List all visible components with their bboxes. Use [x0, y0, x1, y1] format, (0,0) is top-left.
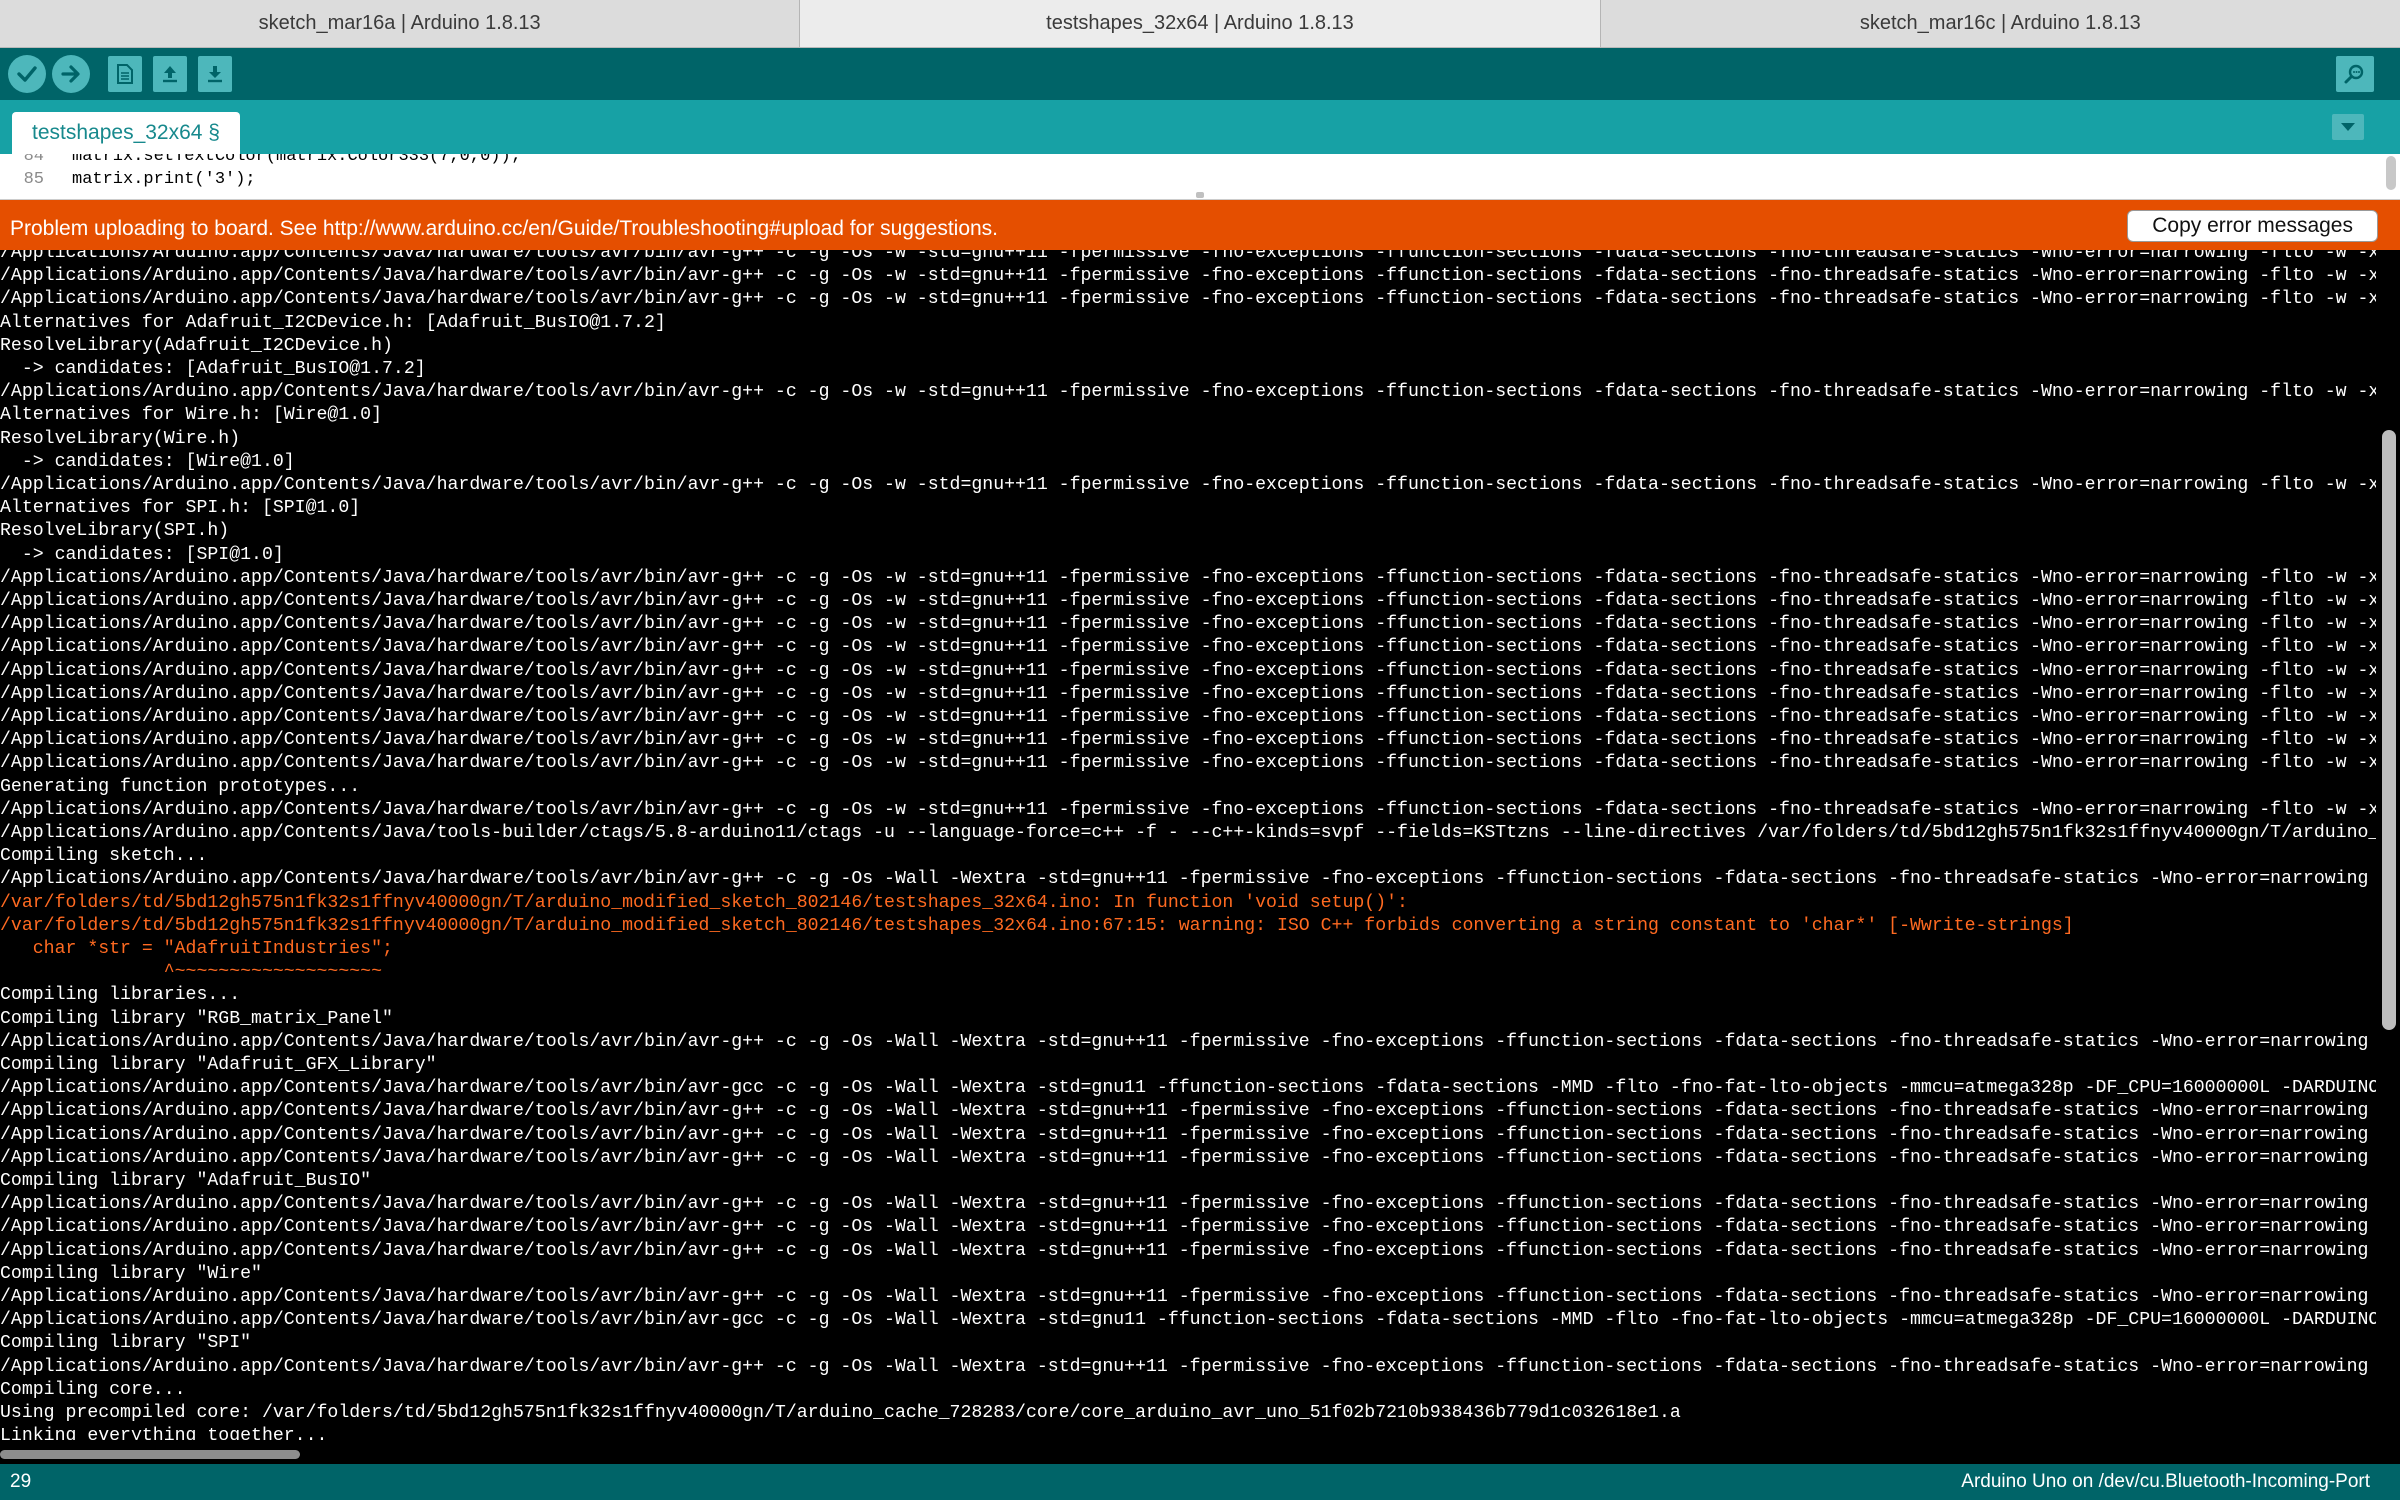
console-line: Generating function prototypes... [0, 776, 361, 797]
save-icon [208, 66, 222, 83]
error-message: Problem uploading to board. See http://w… [10, 217, 999, 240]
verify-icon [17, 66, 37, 82]
chevron-down-icon [2341, 123, 2355, 131]
console-horizontal-scrollbar[interactable] [0, 1450, 300, 1459]
console-line: Compiling library "Wire" [0, 1263, 262, 1284]
console-line: /Applications/Arduino.app/Contents/Java/… [0, 823, 2376, 843]
code-editor[interactable]: 84 matrix.setTextColor(matrix.Color333(7,… [0, 154, 2400, 200]
console-line: ResolveLibrary(Adafruit_I2CDevice.h) [0, 335, 393, 356]
toolbar [0, 48, 2400, 100]
console-line: Linking everything together... [0, 1426, 328, 1440]
console-line: /Applications/Arduino.app/Contents/Java/… [0, 614, 2376, 635]
sketch-tab[interactable]: testshapes_32x64 § [12, 112, 240, 154]
console-line: /Applications/Arduino.app/Contents/Java/… [0, 250, 2376, 263]
new-file-icon [117, 64, 133, 84]
console-line: /Applications/Arduino.app/Contents/Java/… [0, 289, 2376, 310]
console-line: Compiling library "RGB_matrix_Panel" [0, 1008, 393, 1029]
console-output[interactable]: /Applications/Arduino.app/Contents/Java/… [0, 250, 2376, 1440]
console-line: /Applications/Arduino.app/Contents/Java/… [0, 266, 2376, 287]
copy-error-messages-button[interactable]: Copy error messages [2127, 210, 2378, 242]
console-line: /Applications/Arduino.app/Contents/Java/… [0, 753, 2376, 774]
code-line: 85 matrix.print('3'); [0, 168, 256, 191]
console-line: /Applications/Arduino.app/Contents/Java/… [0, 1240, 2369, 1261]
console-warning-line: ^~~~~~~~~~~~~~~~~~~~ [0, 962, 382, 983]
console-line: /Applications/Arduino.app/Contents/Java/… [0, 1217, 2369, 1238]
console-line: -> candidates: [Adafruit_BusIO@1.7.2] [0, 359, 426, 379]
line-number: 85 [23, 170, 44, 189]
console-line: Compiling libraries... [0, 985, 241, 1006]
error-status-bar: Problem uploading to board. See http://w… [0, 200, 2400, 250]
console-line: -> candidates: [Wire@1.0] [0, 451, 295, 472]
open-icon [163, 66, 177, 83]
console-line: -> candidates: [SPI@1.0] [0, 544, 284, 565]
console-line: ResolveLibrary(SPI.h) [0, 521, 230, 542]
console-line: Compiling sketch... [0, 846, 208, 867]
console-scroll-track [2378, 250, 2400, 1440]
console-line: Compiling core... [0, 1379, 186, 1400]
window-tab-testshapes[interactable]: testshapes_32x64 | Arduino 1.8.13 [800, 0, 1601, 47]
code-text: matrix.print('3'); [72, 170, 256, 189]
status-bar: 29 Arduino Uno on /dev/cu.Bluetooth-Inco… [0, 1464, 2400, 1500]
console-line: Compiling library "Adafruit_GFX_Library" [0, 1055, 437, 1075]
console-line: /Applications/Arduino.app/Contents/Java/… [0, 382, 2376, 403]
console-line: Alternatives for SPI.h: [SPI@1.0] [0, 498, 361, 519]
console-line: /Applications/Arduino.app/Contents/Java/… [0, 660, 2376, 681]
console-line: Using precompiled core: /var/folders/td/… [0, 1403, 1681, 1423]
board-port-label: Arduino Uno on /dev/cu.Bluetooth-Incomin… [1961, 1471, 2370, 1492]
code-line: 84 matrix.setTextColor(matrix.Color333(7,… [0, 154, 521, 168]
current-line-number: 29 [10, 1471, 32, 1492]
upload-arrow-icon [61, 65, 80, 83]
console-line: /Applications/Arduino.app/Contents/Java/… [0, 799, 2376, 820]
console-line: Alternatives for Adafruit_I2CDevice.h: [… [0, 312, 666, 333]
console-line: Compiling library "Adafruit_BusIO" [0, 1171, 372, 1191]
line-number: 84 [23, 154, 44, 166]
console-line: /Applications/Arduino.app/Contents/Java/… [0, 1101, 2369, 1122]
console-line: /Applications/Arduino.app/Contents/Java/… [0, 567, 2376, 588]
editor-scrollbar[interactable] [2386, 156, 2396, 190]
window-tab-bar: sketch_mar16a | Arduino 1.8.13 testshape… [0, 0, 2400, 48]
console-line: /Applications/Arduino.app/Contents/Java/… [0, 1031, 2369, 1052]
console-warning-line: /var/folders/td/5bd12gh575n1fk32s1ffnyv4… [0, 915, 2074, 936]
console-line: /Applications/Arduino.app/Contents/Java/… [0, 1194, 2369, 1215]
console-line: /Applications/Arduino.app/Contents/Java/… [0, 475, 2376, 495]
upload-button[interactable] [52, 55, 90, 93]
serial-monitor-button[interactable] [2336, 56, 2374, 92]
console-line: /Applications/Arduino.app/Contents/Java/… [0, 1078, 2376, 1099]
editor-tab-strip: testshapes_32x64 § [0, 100, 2400, 154]
window-tab-sketch-mar16c[interactable]: sketch_mar16c | Arduino 1.8.13 [1601, 0, 2400, 47]
console-line: /Applications/Arduino.app/Contents/Java/… [0, 1356, 2369, 1377]
verify-button[interactable] [8, 55, 46, 93]
console-line: /Applications/Arduino.app/Contents/Java/… [0, 707, 2376, 727]
console-line: /Applications/Arduino.app/Contents/Java/… [0, 1287, 2369, 1307]
save-button[interactable] [198, 56, 232, 92]
console-warning-line: /var/folders/td/5bd12gh575n1fk32s1ffnyv4… [0, 892, 1408, 913]
console-line: /Applications/Arduino.app/Contents/Java/… [0, 1124, 2369, 1145]
window-tab-sketch-mar16a[interactable]: sketch_mar16a | Arduino 1.8.13 [0, 0, 801, 47]
console-line: /Applications/Arduino.app/Contents/Java/… [0, 1310, 2376, 1331]
console-line: Alternatives for Wire.h: [Wire@1.0] [0, 405, 382, 426]
new-button[interactable] [108, 56, 142, 92]
console-line: /Applications/Arduino.app/Contents/Java/… [0, 869, 2369, 890]
console-line: ResolveLibrary(Wire.h) [0, 428, 241, 449]
open-button[interactable] [153, 56, 187, 92]
splitter-handle[interactable] [1196, 192, 1204, 198]
console-line: /Applications/Arduino.app/Contents/Java/… [0, 591, 2376, 611]
console-vertical-scrollbar[interactable] [2382, 430, 2396, 1030]
code-text: matrix.setTextColor(matrix.Color333(7,0,… [72, 154, 521, 166]
console-line: Compiling library "SPI" [0, 1333, 252, 1354]
tab-menu-button[interactable] [2332, 114, 2364, 140]
serial-monitor-icon [2344, 64, 2364, 84]
console-line: /Applications/Arduino.app/Contents/Java/… [0, 730, 2376, 751]
console-line: /Applications/Arduino.app/Contents/Java/… [0, 1147, 2369, 1168]
console-line: /Applications/Arduino.app/Contents/Java/… [0, 637, 2376, 658]
console-line: /Applications/Arduino.app/Contents/Java/… [0, 683, 2376, 704]
console-warning-line: char *str = "AdafruitIndustries"; [0, 939, 393, 959]
